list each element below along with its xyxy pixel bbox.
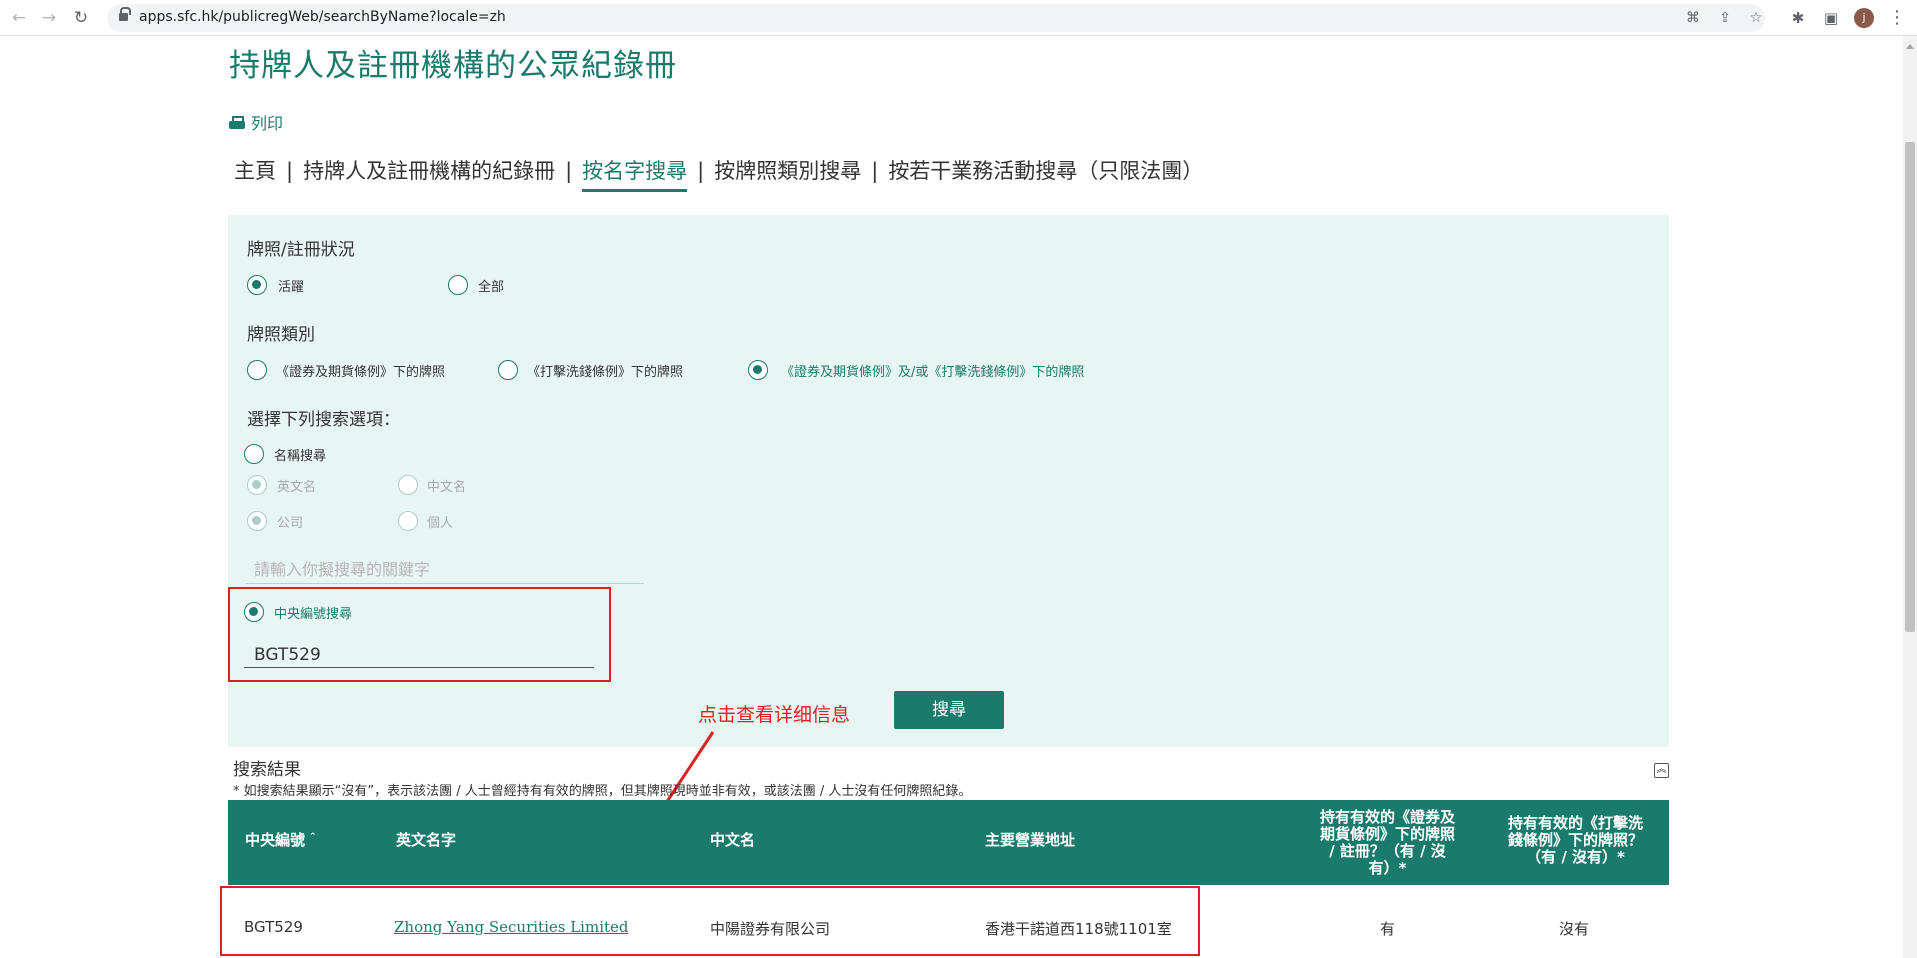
row-sfo-value: 有	[1380, 920, 1396, 938]
print-label[interactable]: 列印	[251, 114, 283, 133]
tab-search-by-name[interactable]: 按名字搜尋	[582, 155, 688, 192]
tab-search-by-licence-type[interactable]: 按牌照類別搜尋	[714, 155, 861, 185]
ce-search-radio[interactable]	[244, 602, 264, 622]
english-name-label: 英文名	[277, 480, 317, 495]
result-row-highlight-box	[220, 886, 1200, 956]
licence-sfo-label[interactable]: 《證券及期貨條例》下的牌照	[276, 361, 445, 380]
tab-separator: |	[697, 159, 705, 183]
share-icon[interactable]: ⇪	[1716, 9, 1734, 27]
scrollbar-thumb[interactable]	[1905, 142, 1915, 632]
status-active-radio[interactable]	[247, 275, 267, 295]
collapse-icon[interactable]: ︽	[1654, 763, 1669, 778]
col-cn-name[interactable]: 中文名	[710, 829, 755, 850]
name-search-radio[interactable]	[244, 444, 264, 464]
browser-toolbar: ← → ↻ apps.sfc.hk/publicregWeb/searchByN…	[0, 0, 1917, 36]
licence-both-label[interactable]: 《證券及期貨條例》及/或《打擊洗錢條例》下的牌照	[781, 361, 1084, 380]
annotation-text: 点击查看详细信息	[698, 704, 851, 726]
tab-separator: |	[286, 159, 294, 183]
avatar[interactable]: j	[1854, 8, 1874, 28]
licence-amlo-radio[interactable]	[498, 360, 518, 380]
printer-icon	[229, 116, 245, 131]
translate-icon[interactable]: ⌘	[1684, 9, 1702, 27]
lock-icon	[119, 7, 131, 23]
col-en-name[interactable]: 英文名字	[396, 829, 456, 850]
row-amlo-value: 沒有	[1559, 920, 1590, 938]
status-label: 牌照/註冊狀況	[247, 240, 355, 260]
individual-radio	[398, 511, 418, 531]
url-text[interactable]: apps.sfc.hk/publicregWeb/searchByName?lo…	[139, 9, 506, 25]
tab-nav: 主頁 | 持牌人及註冊機構的紀錄冊 | 按名字搜尋 | 按牌照類別搜尋 | 按若干業務活動搜尋（…	[234, 155, 1203, 192]
extensions-icon[interactable]: ✱	[1787, 7, 1809, 29]
tab-register[interactable]: 持牌人及註冊機構的紀錄冊	[303, 155, 555, 185]
kebab-menu-icon[interactable]: ⋮	[1888, 6, 1906, 30]
col-sfo-licence[interactable]: 持有有效的《證券及 期貨條例》下的牌照 / 註冊？（有 / 沒 有）*	[1300, 809, 1475, 877]
search-button[interactable]: 搜尋	[894, 691, 1004, 729]
col-ce-no[interactable]: 中央編號 ⌃	[245, 829, 317, 850]
keyword-input: 請輸入你擬搜尋的關鍵字	[246, 556, 644, 584]
results-note: * 如搜索結果顯示“沒有”，表示該法團 / 人士曾經持有有效的牌照，但其牌照現時…	[233, 784, 972, 799]
licence-both-radio[interactable]	[748, 360, 768, 380]
status-all-radio[interactable]	[448, 275, 468, 295]
forward-icon[interactable]: →	[38, 7, 60, 29]
sort-asc-icon[interactable]: ⌃	[309, 832, 317, 842]
results-title: 搜索結果	[233, 760, 301, 780]
status-active-label[interactable]: 活躍	[278, 276, 304, 295]
print-link[interactable]: 列印	[229, 110, 283, 134]
chinese-name-radio	[398, 475, 418, 495]
tab-search-by-activity[interactable]: 按若干業務活動搜尋（只限法團）	[888, 155, 1203, 185]
col-address[interactable]: 主要營業地址	[985, 829, 1075, 850]
col-amlo-licence[interactable]: 持有有效的《打擊洗 錢條例》下的牌照？ （有 / 沒有）*	[1493, 815, 1658, 866]
address-bar[interactable]: apps.sfc.hk/publicregWeb/searchByName?lo…	[107, 4, 1765, 32]
bookmark-star-icon[interactable]: ☆	[1747, 9, 1765, 27]
licence-type-label: 牌照類別	[247, 325, 315, 345]
licence-sfo-radio[interactable]	[247, 360, 267, 380]
english-name-radio	[247, 475, 267, 495]
company-radio	[247, 511, 267, 531]
page-title: 持牌人及註冊機構的公眾紀錄冊	[229, 48, 677, 84]
name-search-label[interactable]: 名稱搜尋	[274, 445, 326, 464]
ce-number-input[interactable]: BGT529	[244, 642, 594, 668]
search-options-label: 選擇下列搜索選項：	[247, 410, 400, 430]
tab-separator: |	[871, 159, 879, 183]
licence-amlo-label[interactable]: 《打擊洗錢條例》下的牌照	[527, 361, 683, 380]
reload-icon[interactable]: ↻	[70, 7, 92, 29]
back-icon[interactable]: ←	[8, 7, 30, 29]
company-label: 公司	[277, 516, 304, 531]
tab-home[interactable]: 主頁	[234, 155, 276, 185]
chinese-name-label: 中文名	[427, 480, 467, 495]
scroll-up-icon[interactable]	[1906, 44, 1914, 49]
individual-label: 個人	[427, 516, 454, 531]
side-panel-icon[interactable]: ▣	[1820, 7, 1842, 29]
status-all-label[interactable]: 全部	[478, 276, 504, 295]
ce-search-label[interactable]: 中央編號搜尋	[274, 603, 352, 622]
tab-separator: |	[565, 159, 573, 183]
